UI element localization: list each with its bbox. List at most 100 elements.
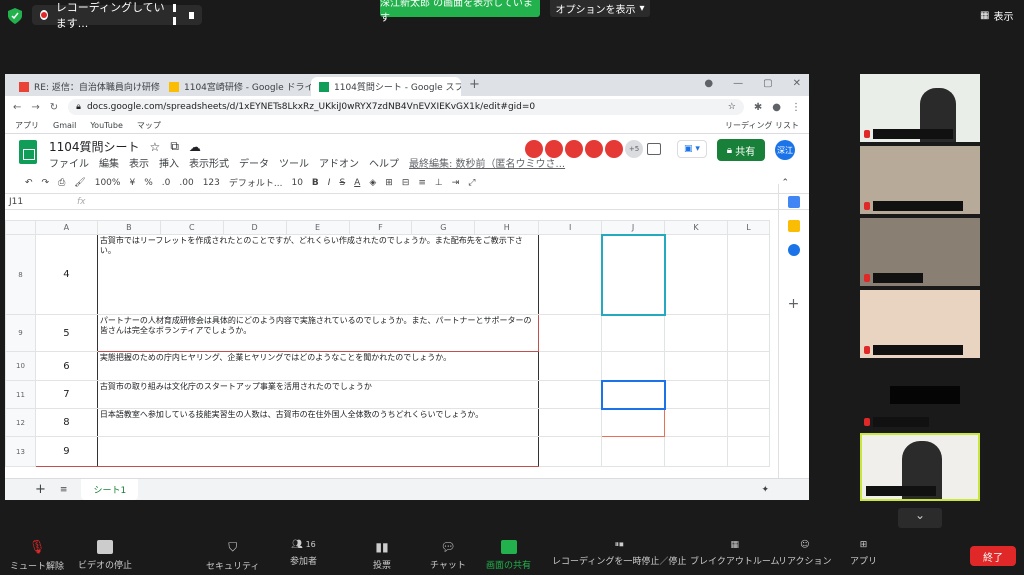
apps-button[interactable]: ⊞ アプリ [850, 540, 877, 567]
back-icon[interactable]: ← [13, 102, 21, 113]
decrease-decimal-button[interactable]: .0 [162, 178, 171, 188]
avatar-overflow-count[interactable]: +5 [625, 140, 643, 158]
cell[interactable] [664, 314, 728, 352]
font-size-select[interactable]: 10 [291, 178, 302, 188]
stop-video-button[interactable]: ビデオの停止 [78, 540, 132, 571]
participant-video[interactable] [860, 146, 980, 214]
column-header[interactable]: F [348, 220, 413, 235]
valign-icon[interactable]: ⊥ [435, 178, 443, 188]
cell[interactable] [726, 436, 770, 467]
column-header[interactable]: K [664, 220, 728, 235]
zoom-select[interactable]: 100% [95, 178, 121, 188]
star-icon[interactable]: ☆ [728, 102, 736, 112]
keep-icon[interactable] [787, 220, 800, 232]
column-header[interactable]: B [96, 220, 161, 235]
fill-color-icon[interactable]: ◈ [369, 178, 376, 188]
move-icon[interactable]: ⧉ [170, 139, 179, 154]
row-number[interactable]: 13 [5, 436, 36, 467]
user-avatar[interactable]: 深江 [775, 140, 795, 160]
cell[interactable] [538, 408, 603, 437]
menu-file[interactable]: ファイル [49, 155, 89, 170]
security-button[interactable]: ⛉ セキュリティ [206, 540, 259, 572]
tab-drive[interactable]: 1104宮崎研修 - Google ドライブ✕ [161, 77, 311, 96]
comment-icon[interactable] [647, 143, 661, 155]
avatar[interactable] [605, 140, 623, 158]
text-color-icon[interactable]: A [354, 178, 360, 188]
cell[interactable] [726, 314, 770, 352]
tab-gmail[interactable]: RE: 返信：自治体職員向け研修に✕ [11, 77, 161, 96]
column-header[interactable]: I [538, 220, 603, 235]
redo-icon[interactable]: ↷ [42, 178, 50, 188]
end-meeting-button[interactable]: 終了 [970, 546, 1016, 566]
pause-recording-toolbar-button[interactable]: ⏸︎⏹︎ レコーディングを一時停止／停止 [552, 540, 686, 567]
sheet-tab[interactable]: シート1 [81, 479, 139, 500]
star-icon[interactable]: ☆ [150, 140, 161, 154]
share-screen-button[interactable]: 画面の共有 [486, 540, 531, 571]
participant-video[interactable] [860, 218, 980, 286]
chat-button[interactable]: 💬︎ チャット [430, 540, 466, 571]
sheets-logo-icon[interactable] [19, 140, 37, 164]
stop-recording-button[interactable] [188, 11, 194, 19]
bookmark-gmail[interactable]: Gmail [53, 121, 76, 130]
currency-button[interactable]: ¥ [129, 178, 135, 188]
column-header[interactable]: G [411, 220, 476, 235]
paint-format-icon[interactable]: 🖌︎ [74, 178, 85, 188]
explore-icon[interactable]: ✦ [761, 485, 769, 495]
pause-recording-button[interactable] [172, 2, 181, 28]
row-number[interactable]: 12 [5, 408, 36, 437]
view-button[interactable]: ▦ 表示 [980, 8, 1013, 23]
polls-button[interactable]: ▮▮ 投票 [373, 540, 391, 571]
cell[interactable] [726, 408, 770, 437]
menu-addons[interactable]: アドオン [319, 155, 359, 170]
column-header[interactable]: L [726, 220, 770, 235]
cell[interactable] [538, 351, 603, 381]
reading-list[interactable]: リーディング リスト [725, 120, 799, 131]
question-cell[interactable]: パートナーの人材育成研修会は具体的にどのよう内容で実施されているのでしょうか。ま… [96, 314, 540, 352]
cell[interactable] [601, 314, 666, 352]
add-addon-icon[interactable]: + [779, 296, 808, 312]
column-header[interactable]: E [285, 220, 350, 235]
font-select[interactable]: デフォルト... [229, 176, 283, 189]
column-header[interactable]: A [34, 220, 98, 235]
row-number[interactable]: 8 [5, 234, 36, 315]
rotate-icon[interactable]: ⤢ [468, 178, 475, 188]
bookmark-youtube[interactable]: YouTube [90, 121, 123, 130]
question-cell[interactable] [96, 436, 540, 467]
avatar[interactable] [565, 140, 583, 158]
chevron-down-icon[interactable]: ⌄ [898, 508, 942, 528]
undo-icon[interactable]: ↶ [25, 178, 33, 188]
cell[interactable] [538, 314, 603, 352]
participant-video[interactable] [860, 74, 980, 142]
selected-cell[interactable] [600, 379, 666, 410]
window-close-icon[interactable]: ✕ [793, 78, 801, 89]
align-icon[interactable]: ≡ [418, 178, 426, 188]
menu-data[interactable]: データ [239, 155, 269, 170]
reload-icon[interactable]: ↻ [50, 102, 58, 113]
extensions-icon[interactable]: ✱ [754, 102, 762, 113]
cell[interactable] [601, 408, 666, 437]
question-cell[interactable]: 古賀市の取り組みは文化庁のスタートアップ事業を活用されたのでしょうか [96, 380, 540, 409]
avatar[interactable] [525, 140, 543, 158]
question-number[interactable]: 4 [34, 234, 98, 315]
column-header[interactable]: C [159, 220, 224, 235]
menu-insert[interactable]: 挿入 [159, 155, 179, 170]
cell[interactable] [601, 351, 666, 381]
cell[interactable] [726, 234, 770, 315]
extension-icon[interactable]: ● [704, 78, 713, 89]
forward-icon[interactable]: → [31, 102, 39, 113]
cell[interactable] [726, 380, 770, 409]
cell[interactable] [664, 436, 728, 467]
options-button[interactable]: オプションを表示 ▾ [550, 0, 650, 17]
italic-icon[interactable]: I [328, 178, 331, 188]
cell[interactable] [664, 234, 728, 315]
maximize-icon[interactable]: ▢ [763, 78, 772, 89]
column-header[interactable]: H [474, 220, 540, 235]
strikethrough-icon[interactable]: S [339, 178, 345, 188]
row-number[interactable]: 11 [5, 380, 36, 409]
column-header[interactable]: J [601, 220, 666, 235]
corner-cell[interactable] [5, 220, 36, 235]
cell[interactable] [726, 351, 770, 381]
question-number[interactable]: 5 [34, 314, 98, 352]
spreadsheet-grid[interactable]: A B C D E F G H I J K L 8 4 古賀市ではリーフレットを… [5, 220, 770, 478]
question-number[interactable]: 8 [34, 408, 98, 437]
